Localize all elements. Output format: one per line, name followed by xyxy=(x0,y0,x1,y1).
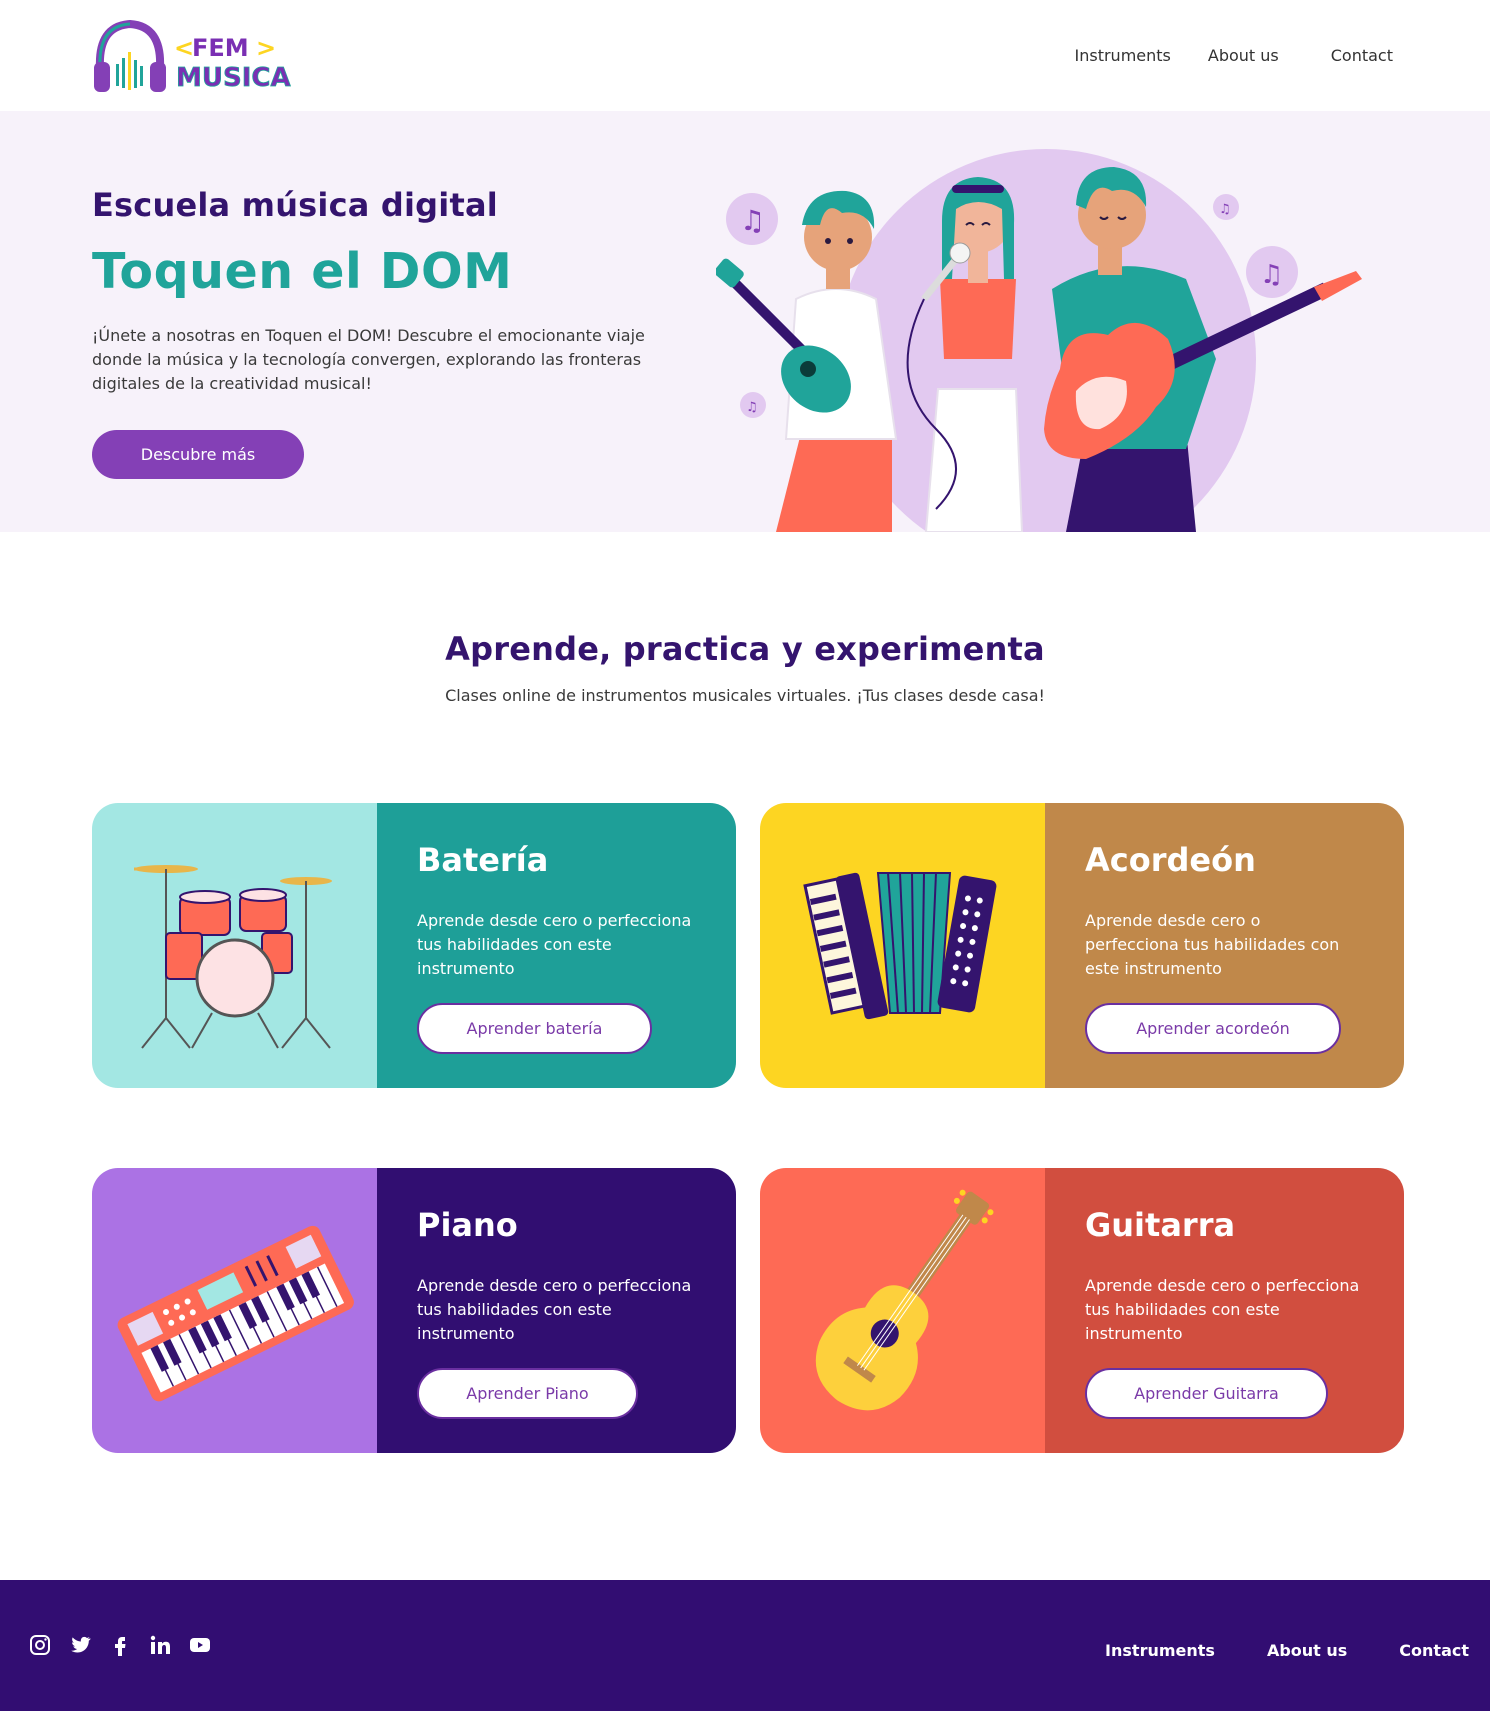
card-description: Aprende desde cero o perfecciona tus hab… xyxy=(417,1276,692,1343)
card-art xyxy=(760,1168,1045,1453)
learn-drums-button[interactable]: Aprender batería xyxy=(417,1003,652,1054)
band-illustration: ♫ ♫ ♫ ♫ xyxy=(714,129,1406,532)
keyboard-icon xyxy=(117,1225,354,1402)
learn-piano-button[interactable]: Aprender Piano xyxy=(417,1368,638,1419)
section-subtitle: Clases online de instrumentos musicales … xyxy=(445,686,1045,705)
svg-text:FEM: FEM xyxy=(192,34,249,62)
nav-instruments[interactable]: Instruments xyxy=(1075,46,1171,65)
svg-text:♫: ♫ xyxy=(740,204,765,237)
card-art xyxy=(92,1168,377,1453)
hero-subtitle: Escuela música digital xyxy=(92,186,498,224)
card-bateria: Batería Aprende desde cero o perfecciona… xyxy=(92,803,736,1088)
card-acordeon: Acordeón Aprende desde cero o perfeccion… xyxy=(760,803,1404,1088)
discover-more-button[interactable]: Descubre más xyxy=(92,430,304,479)
facebook-icon[interactable] xyxy=(108,1633,132,1657)
linkedin-icon[interactable] xyxy=(148,1633,172,1657)
twitter-icon[interactable] xyxy=(68,1633,92,1657)
footer-nav-instruments[interactable]: Instruments xyxy=(1105,1641,1215,1660)
hero-title: Toquen el DOM xyxy=(92,243,513,300)
youtube-icon[interactable] xyxy=(188,1633,212,1657)
card-title: Acordeón xyxy=(1085,841,1256,879)
svg-text:MUSICA: MUSICA xyxy=(176,63,291,93)
footer-nav: Instruments About us Contact xyxy=(1053,1641,1469,1660)
learn-accordion-button[interactable]: Aprender acordeón xyxy=(1085,1003,1341,1054)
footer-nav-contact[interactable]: Contact xyxy=(1399,1641,1469,1660)
social-links xyxy=(28,1633,228,1657)
learn-guitar-button[interactable]: Aprender Guitarra xyxy=(1085,1368,1328,1419)
section-title: Aprende, practica y experimenta xyxy=(445,630,1045,668)
footer-nav-about[interactable]: About us xyxy=(1267,1641,1347,1660)
drum-kit-icon xyxy=(134,865,332,1049)
guitar-icon xyxy=(815,1189,994,1411)
card-body: Piano Aprende desde cero o perfecciona t… xyxy=(377,1168,736,1453)
card-description: Aprende desde cero o perfecciona tus hab… xyxy=(417,911,692,978)
music-note-icon: ♫ xyxy=(726,193,778,245)
music-note-icon: ♫ xyxy=(740,392,766,418)
card-description: Aprende desde cero o perfecciona tus hab… xyxy=(1085,911,1340,978)
hero-section: Escuela música digital Toquen el DOM ¡Ún… xyxy=(0,111,1490,532)
card-body: Batería Aprende desde cero o perfecciona… xyxy=(377,803,736,1088)
instagram-icon[interactable] xyxy=(28,1633,52,1657)
hero-text: ¡Únete a nosotras en Toquen el DOM! Desc… xyxy=(92,326,645,393)
card-title: Piano xyxy=(417,1206,518,1244)
card-body: Guitarra Aprende desde cero o perfeccion… xyxy=(1045,1168,1404,1453)
card-title: Guitarra xyxy=(1085,1206,1236,1244)
nav-about[interactable]: About us xyxy=(1208,46,1279,65)
card-art xyxy=(92,803,377,1088)
svg-text:♫: ♫ xyxy=(1260,260,1283,290)
svg-text:♫: ♫ xyxy=(746,400,758,415)
music-note-icon: ♫ xyxy=(1246,246,1298,298)
site-header: < FEM > MUSICA Instruments About us Cont… xyxy=(0,0,1490,111)
card-title: Batería xyxy=(417,841,549,879)
card-guitarra: Guitarra Aprende desde cero o perfeccion… xyxy=(760,1168,1404,1453)
card-description: Aprende desde cero o perfecciona tus hab… xyxy=(1085,1276,1360,1343)
svg-text:>: > xyxy=(256,34,276,62)
music-note-icon: ♫ xyxy=(1213,194,1239,220)
accordion-icon xyxy=(803,872,997,1020)
card-body: Acordeón Aprende desde cero o perfeccion… xyxy=(1045,803,1404,1088)
svg-text:♫: ♫ xyxy=(1219,202,1231,217)
nav-contact[interactable]: Contact xyxy=(1331,46,1393,65)
card-piano: Piano Aprende desde cero o perfecciona t… xyxy=(92,1168,736,1453)
logo[interactable]: < FEM > MUSICA xyxy=(92,18,298,96)
site-footer: Instruments About us Contact xyxy=(0,1580,1490,1711)
main-nav: Instruments About us Contact xyxy=(1075,46,1394,65)
card-art xyxy=(760,803,1045,1088)
